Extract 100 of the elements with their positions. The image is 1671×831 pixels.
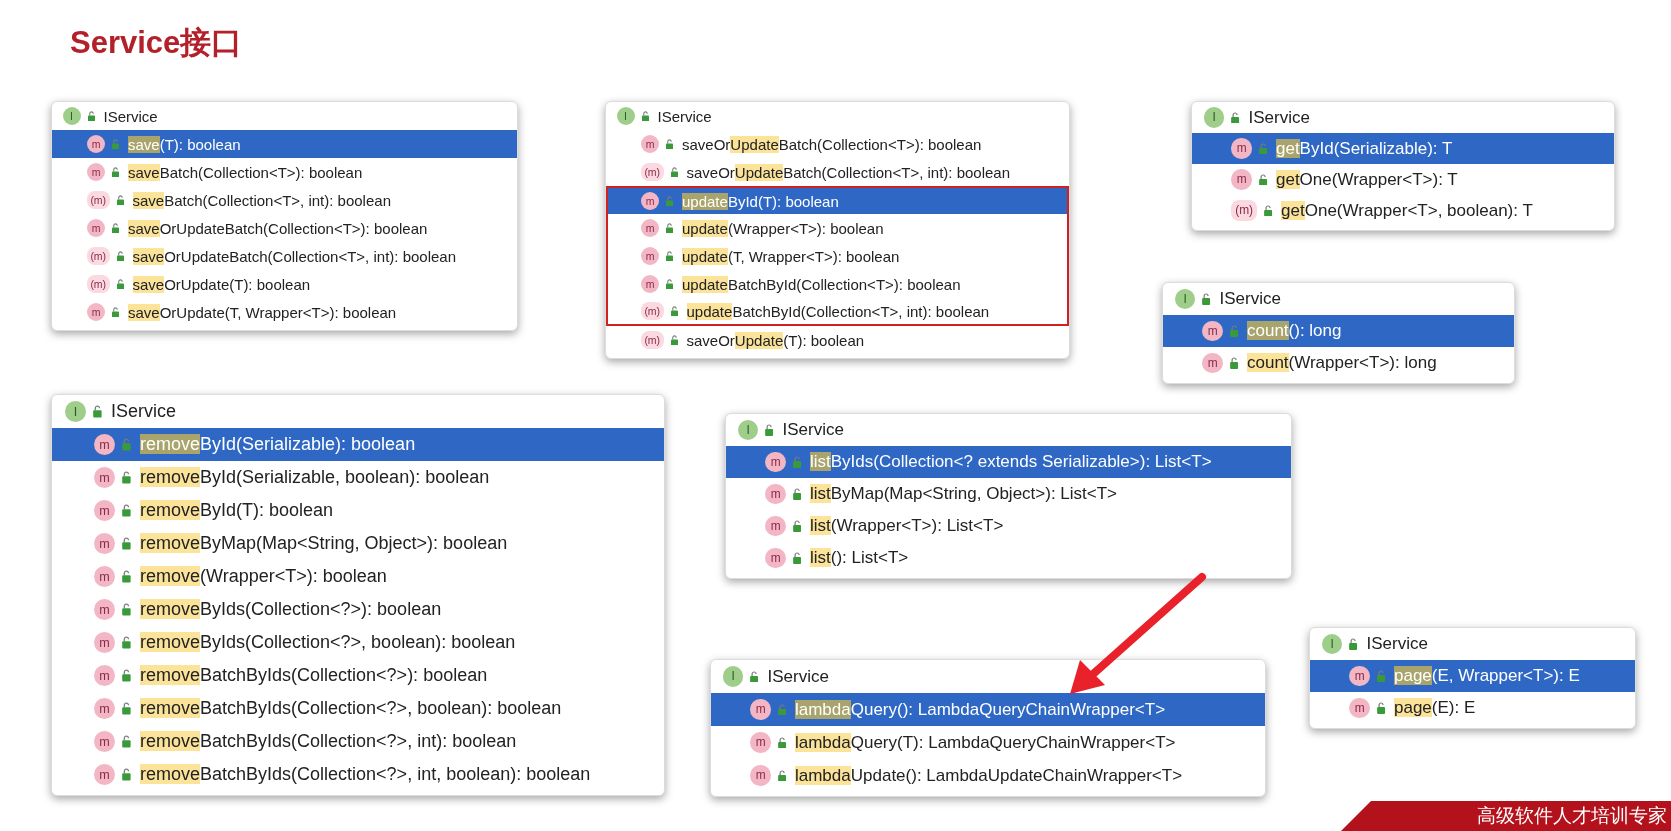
lock-icon bbox=[791, 456, 802, 468]
method-item[interactable]: m page(E, Wrapper<T>): E bbox=[1310, 660, 1635, 692]
method-icon: m bbox=[765, 515, 786, 537]
lock-icon bbox=[776, 769, 787, 782]
method-item[interactable]: m saveBatch(Collection<T>): boolean bbox=[52, 158, 517, 186]
method-icon: m bbox=[1349, 697, 1370, 719]
lock-icon bbox=[1257, 142, 1268, 155]
method-icon: m bbox=[1231, 169, 1252, 190]
lock-icon bbox=[121, 603, 132, 616]
method-signature: removeById(Serializable): boolean bbox=[140, 434, 416, 455]
lock-icon bbox=[1228, 325, 1239, 337]
method-icon: m bbox=[87, 303, 105, 321]
method-item[interactable]: m listByMap(Map<String, Object>): List<T> bbox=[726, 478, 1291, 510]
method-signature: listByMap(Map<String, Object>): List<T> bbox=[809, 484, 1118, 504]
method-item[interactable]: m removeByMap(Map<String, Object>): boolean bbox=[52, 527, 664, 560]
lock-icon bbox=[665, 222, 674, 234]
method-item[interactable]: (m) saveBatch(Collection<T>, int): boolean bbox=[52, 186, 517, 214]
method-icon: m bbox=[93, 631, 116, 654]
lock-icon bbox=[111, 222, 120, 234]
method-item[interactable]: (m) saveOrUpdate(T): boolean bbox=[606, 326, 1069, 354]
popup-title: IService bbox=[103, 107, 158, 125]
method-item[interactable]: m removeByIds(Collection<?>): boolean bbox=[52, 593, 664, 626]
method-signature: updateBatchById(Collection<T>, int): boolean bbox=[686, 302, 990, 320]
lock-icon bbox=[669, 305, 679, 317]
method-signature: page(E, Wrapper<T>): E bbox=[1393, 666, 1580, 686]
method-item[interactable]: m removeBatchByIds(Collection<?>, int): boolean bbox=[52, 725, 664, 758]
method-signature: updateById(T): boolean bbox=[682, 192, 839, 210]
popup-title: IService bbox=[111, 401, 176, 422]
lock-icon bbox=[121, 471, 132, 484]
method-item[interactable]: m saveOrUpdateBatch(Collection<T>): boolean bbox=[606, 130, 1069, 158]
method-item[interactable]: m removeBatchByIds(Collection<?>): boolean bbox=[52, 659, 664, 692]
method-signature: saveOrUpdate(T, Wrapper<T>): boolean bbox=[128, 303, 397, 321]
popup-title: IService bbox=[767, 666, 829, 687]
lock-icon bbox=[1201, 293, 1212, 305]
method-item[interactable]: m list(): List<T> bbox=[726, 542, 1291, 574]
method-signature: page(E): E bbox=[1393, 698, 1476, 718]
method-item[interactable]: (m) saveOrUpdateBatch(Collection<T>, int): boolean bbox=[52, 242, 517, 270]
method-item[interactable]: m updateBatchById(Collection<T>): boolean bbox=[606, 270, 1069, 298]
method-item[interactable]: m removeBatchByIds(Collection<?>, int, boolean): boolean bbox=[52, 758, 664, 791]
method-icon: m bbox=[641, 135, 659, 153]
method-signature: updateBatchById(Collection<T>): boolean bbox=[682, 275, 961, 293]
method-signature: count(Wrapper<T>): long bbox=[1246, 353, 1437, 373]
method-item[interactable]: m removeById(Serializable): boolean bbox=[52, 428, 664, 461]
method-icon: (m) bbox=[641, 163, 664, 181]
method-item[interactable]: m saveOrUpdate(T, Wrapper<T>): boolean bbox=[52, 298, 517, 326]
method-item[interactable]: m removeByIds(Collection<?>, boolean): boolean bbox=[52, 626, 664, 659]
method-item[interactable]: (m) saveOrUpdate(T): boolean bbox=[52, 270, 517, 298]
slide-title: Service接口 bbox=[70, 24, 243, 62]
interface-icon: I bbox=[64, 400, 87, 423]
lock-icon bbox=[764, 424, 775, 436]
method-item[interactable]: m update(Wrapper<T>): boolean bbox=[606, 214, 1069, 242]
method-signature: removeByMap(Map<String, Object>): boolean bbox=[140, 533, 508, 554]
method-item[interactable]: m remove(Wrapper<T>): boolean bbox=[52, 560, 664, 593]
interface-icon: I bbox=[62, 107, 81, 125]
interface-icon: I bbox=[1174, 288, 1196, 310]
method-signature: update(T, Wrapper<T>): boolean bbox=[682, 247, 900, 265]
method-item[interactable]: m list(Wrapper<T>): List<T> bbox=[726, 510, 1291, 542]
popup-title: IService bbox=[657, 107, 712, 125]
banner: 高级软件人才培训专家 bbox=[1341, 801, 1671, 831]
method-item[interactable]: m lambdaQuery(T): LambdaQueryChainWrapper<T> bbox=[711, 726, 1265, 759]
method-icon: m bbox=[87, 135, 105, 153]
method-item[interactable]: m getOne(Wrapper<T>): T bbox=[1192, 164, 1614, 195]
method-icon: m bbox=[1231, 138, 1252, 159]
method-item[interactable]: m count(Wrapper<T>): long bbox=[1163, 347, 1514, 379]
method-item[interactable]: m lambdaUpdate(): LambdaUpdateChainWrapper<T> bbox=[711, 759, 1265, 792]
popup-title: IService bbox=[1248, 107, 1310, 128]
method-icon: m bbox=[93, 598, 116, 621]
method-item[interactable]: m page(E): E bbox=[1310, 692, 1635, 724]
lock-icon bbox=[665, 250, 674, 262]
method-signature: getOne(Wrapper<T>, boolean): T bbox=[1281, 200, 1533, 221]
method-item[interactable]: m saveOrUpdateBatch(Collection<T>): boolean bbox=[52, 214, 517, 242]
method-item[interactable]: m update(T, Wrapper<T>): boolean bbox=[606, 242, 1069, 270]
method-item[interactable]: m removeBatchByIds(Collection<?>, boolean): boolean bbox=[52, 692, 664, 725]
method-icon: (m) bbox=[87, 191, 110, 209]
method-item[interactable]: m updateById(T): boolean bbox=[606, 186, 1069, 214]
popup-title: IService bbox=[1219, 289, 1281, 309]
interface-icon: I bbox=[722, 666, 744, 687]
method-icon: m bbox=[750, 699, 771, 720]
method-signature: save(T): boolean bbox=[128, 135, 241, 153]
method-item[interactable]: m save(T): boolean bbox=[52, 130, 517, 158]
method-item[interactable]: (m) saveOrUpdateBatch(Collection<T>, int): boolean bbox=[606, 158, 1069, 186]
lock-icon bbox=[776, 736, 787, 749]
method-icon: m bbox=[93, 466, 116, 489]
method-item[interactable]: m removeById(Serializable, boolean): boolean bbox=[52, 461, 664, 494]
method-item[interactable]: (m) updateBatchById(Collection<T>, int): boolean bbox=[606, 298, 1069, 326]
method-signature: removeById(T): boolean bbox=[140, 500, 334, 521]
lock-icon bbox=[1230, 111, 1241, 124]
method-signature: saveBatch(Collection<T>, int): boolean bbox=[132, 191, 391, 209]
method-item[interactable]: (m) getOne(Wrapper<T>, boolean): T bbox=[1192, 195, 1614, 226]
method-signature: removeBatchByIds(Collection<?>): boolean bbox=[140, 665, 488, 686]
method-signature: update(Wrapper<T>): boolean bbox=[682, 219, 884, 237]
method-icon: m bbox=[93, 565, 116, 588]
method-icon: (m) bbox=[1231, 200, 1257, 221]
method-signature: list(): List<T> bbox=[809, 548, 909, 568]
method-signature: saveOrUpdateBatch(Collection<T>, int): boolean bbox=[132, 247, 456, 265]
lock-icon bbox=[665, 195, 674, 207]
lock-icon bbox=[115, 250, 125, 262]
method-signature: removeByIds(Collection<?>): boolean bbox=[140, 599, 442, 620]
method-signature: lambdaQuery(T): LambdaQueryChainWrapper<T> bbox=[794, 732, 1176, 753]
method-item[interactable]: m removeById(T): boolean bbox=[52, 494, 664, 527]
